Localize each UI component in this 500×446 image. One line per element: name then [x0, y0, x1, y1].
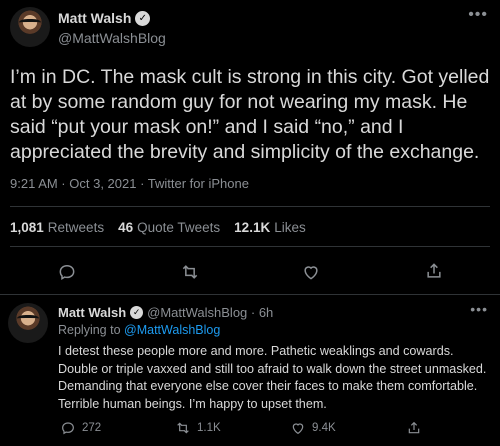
author-row: Matt Walsh ✓ @MattWalshBlog · 6h — [58, 305, 273, 320]
reply-text: I detest these people more and more. Pat… — [58, 344, 487, 411]
share-icon — [406, 420, 422, 436]
display-name[interactable]: Matt Walsh — [58, 10, 131, 26]
replying-to-link[interactable]: @MattWalshBlog — [124, 323, 220, 337]
divider — [10, 206, 490, 207]
reply-icon — [60, 420, 76, 436]
like-icon[interactable] — [301, 262, 321, 282]
retweets-stat[interactable]: 1,081 Retweets — [10, 220, 104, 235]
reply-count: 272 — [82, 422, 102, 434]
reply-button[interactable]: 272 — [60, 420, 101, 436]
verified-badge-icon: ✓ — [135, 10, 151, 26]
verified-badge-icon: ✓ — [130, 306, 144, 319]
divider — [0, 294, 500, 295]
retweets-label: Retweets — [47, 220, 105, 235]
like-icon — [290, 420, 306, 436]
like-button[interactable]: 9.4K — [290, 420, 336, 436]
more-options-icon[interactable]: ••• — [470, 301, 488, 317]
like-count: 9.4K — [312, 422, 336, 434]
more-options-icon[interactable]: ••• — [468, 6, 488, 24]
retweets-count: 1,081 — [10, 220, 44, 235]
share-icon[interactable] — [424, 261, 444, 281]
retweet-icon[interactable] — [180, 262, 200, 282]
avatar[interactable] — [8, 303, 48, 343]
likes-label: Likes — [274, 220, 306, 235]
replying-to: Replying to @MattWalshBlog — [58, 323, 220, 337]
likes-stat[interactable]: 12.1K Likes — [234, 220, 306, 235]
divider — [10, 246, 490, 247]
handle-time[interactable]: @MattWalshBlog · 6h — [147, 305, 273, 320]
retweet-icon — [175, 420, 191, 436]
reply-icon[interactable] — [57, 262, 77, 282]
tweet-actions — [0, 258, 500, 284]
quotes-label: Quote Tweets — [137, 220, 221, 235]
replying-prefix: Replying to — [58, 323, 121, 337]
display-name[interactable]: Matt Walsh — [58, 305, 126, 320]
main-tweet: Matt Walsh ✓ @MattWalshBlog ••• I’m in D… — [0, 0, 500, 296]
tweet-text: I’m in DC. The mask cult is strong in th… — [10, 66, 490, 163]
quotes-count: 46 — [118, 220, 134, 235]
tweet-meta[interactable]: 9:21 AM · Oct 3, 2021 · Twitter for iPho… — [10, 176, 249, 191]
likes-count: 12.1K — [234, 220, 271, 235]
retweet-button[interactable]: 1.1K — [175, 420, 221, 436]
avatar[interactable] — [10, 7, 50, 47]
share-button[interactable] — [406, 420, 422, 436]
author-row: Matt Walsh ✓ — [58, 10, 151, 26]
retweet-count: 1.1K — [197, 422, 221, 434]
handle[interactable]: @MattWalshBlog — [58, 30, 166, 46]
quotes-stat[interactable]: 46 Quote Tweets — [118, 220, 220, 235]
engagement-stats: 1,081 Retweets 46 Quote Tweets 12.1K Likes — [10, 220, 306, 235]
